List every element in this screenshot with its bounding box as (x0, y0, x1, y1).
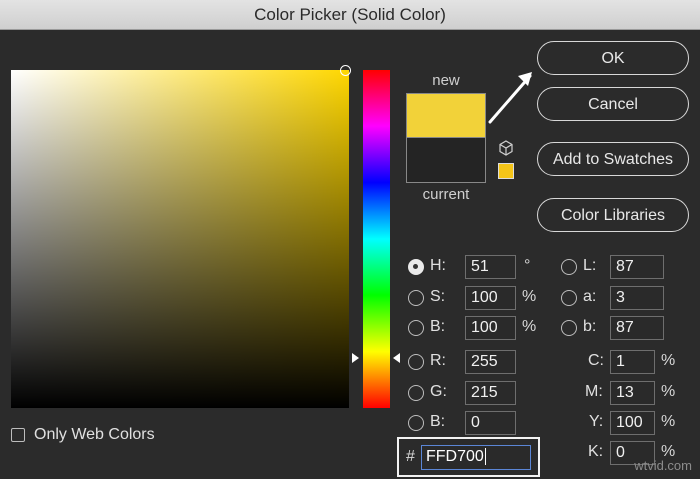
lab-a-input[interactable]: 3 (610, 286, 664, 310)
hue-radio[interactable] (408, 259, 424, 275)
lab-b-input[interactable]: 87 (610, 316, 664, 340)
hue-slider-handle-right[interactable] (393, 353, 400, 363)
yellow-row: Y: 100 % (580, 411, 680, 435)
blue-input[interactable]: 0 (465, 411, 516, 435)
new-color-label: new (432, 72, 460, 89)
hex-input[interactable]: FFD700 (421, 445, 531, 470)
hue-input[interactable]: 51 (465, 255, 516, 279)
lab-l-label: L: (583, 257, 597, 274)
red-row: R: 255 (406, 350, 516, 374)
window-title: Color Picker (Solid Color) (0, 0, 700, 30)
yellow-input[interactable]: 100 (610, 411, 655, 435)
brightness-unit: % (522, 318, 537, 335)
lab-b-row: b: 87 (559, 316, 669, 340)
cyan-row: C: 1 % (580, 350, 680, 374)
saturation-row: S: 100 % (406, 286, 536, 310)
saturation-label: S: (430, 288, 446, 305)
yellow-unit: % (661, 413, 676, 430)
new-color-swatch (406, 93, 486, 138)
yellow-label: Y: (589, 413, 604, 430)
green-radio[interactable] (408, 385, 424, 401)
lab-b-radio[interactable] (561, 320, 577, 336)
cyan-input[interactable]: 1 (610, 350, 655, 374)
watermark: wtvid.com (634, 458, 692, 473)
hue-slider[interactable] (363, 70, 390, 408)
black-label: K: (588, 443, 604, 460)
only-web-colors-label: Only Web Colors (34, 426, 155, 443)
current-color-label: current (422, 186, 470, 203)
brightness-input[interactable]: 100 (465, 316, 516, 340)
brightness-row: B: 100 % (406, 316, 536, 340)
gamut-cube-icon[interactable] (498, 140, 514, 156)
hex-hash-label: # (406, 448, 415, 465)
lab-a-row: a: 3 (559, 286, 669, 310)
red-label: R: (430, 352, 446, 369)
blue-radio[interactable] (408, 415, 424, 431)
lab-a-radio[interactable] (561, 290, 577, 306)
hue-slider-handle-left[interactable] (352, 353, 359, 363)
annotation-arrow-icon (488, 72, 532, 124)
magenta-unit: % (661, 383, 676, 400)
brightness-radio[interactable] (408, 320, 424, 336)
lab-l-row: L: 87 (559, 255, 669, 279)
hue-label: H: (430, 257, 446, 274)
current-color-swatch[interactable] (406, 138, 486, 183)
red-radio[interactable] (408, 354, 424, 370)
lab-l-input[interactable]: 87 (610, 255, 664, 279)
ok-button[interactable]: OK (537, 41, 689, 75)
lab-b-label: b: (583, 318, 597, 335)
saturation-radio[interactable] (408, 290, 424, 306)
hex-value: FFD700 (426, 448, 486, 465)
green-input[interactable]: 215 (465, 381, 516, 405)
lab-a-label: a: (583, 288, 597, 305)
color-libraries-button[interactable]: Color Libraries (537, 198, 689, 232)
websafe-color-swatch[interactable] (498, 163, 514, 179)
color-field[interactable] (11, 70, 349, 408)
blue-row: B: 0 (406, 411, 516, 435)
add-to-swatches-button[interactable]: Add to Swatches (537, 142, 689, 176)
saturation-input[interactable]: 100 (465, 286, 516, 310)
only-web-colors-checkbox[interactable] (11, 428, 25, 442)
magenta-row: M: 13 % (580, 381, 680, 405)
magenta-input[interactable]: 13 (610, 381, 655, 405)
green-label: G: (430, 383, 447, 400)
cyan-label: C: (588, 352, 604, 369)
cancel-button[interactable]: Cancel (537, 87, 689, 121)
hue-unit: ° (524, 257, 531, 274)
saturation-unit: % (522, 288, 537, 305)
hue-row: H: 51 ° (406, 255, 536, 279)
magenta-label: M: (585, 383, 603, 400)
red-input[interactable]: 255 (465, 350, 516, 374)
lab-l-radio[interactable] (561, 259, 577, 275)
cyan-unit: % (661, 352, 676, 369)
brightness-label: B: (430, 318, 446, 335)
green-row: G: 215 (406, 381, 516, 405)
blue-label: B: (430, 413, 446, 430)
color-field-marker[interactable] (340, 65, 351, 76)
